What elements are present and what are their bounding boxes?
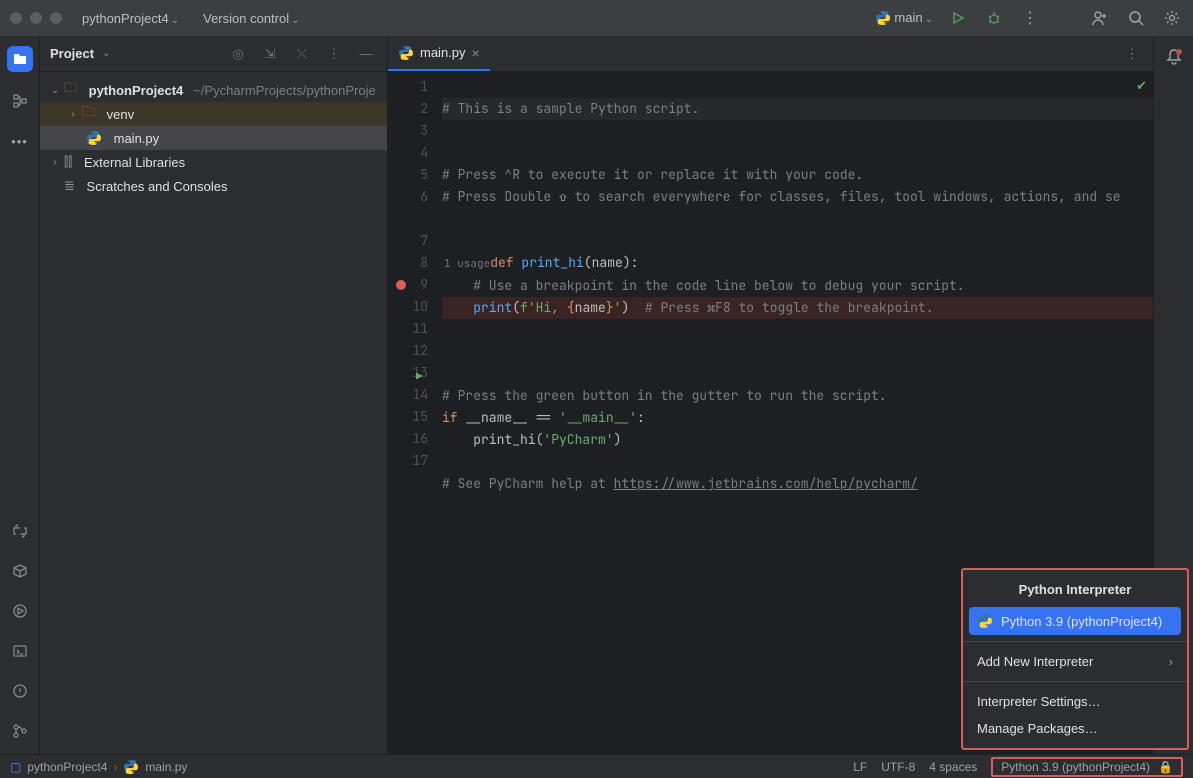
- run-icon[interactable]: [947, 7, 969, 29]
- window-controls[interactable]: [10, 12, 62, 24]
- expand-icon[interactable]: ⇲: [259, 43, 281, 65]
- line-sep[interactable]: LF: [853, 760, 867, 774]
- select-opened-icon[interactable]: ◎: [227, 43, 249, 65]
- close-icon[interactable]: ×: [472, 45, 480, 61]
- more-icon[interactable]: ⋮: [1019, 7, 1041, 29]
- search-icon[interactable]: [1125, 7, 1147, 29]
- close-dot[interactable]: [10, 12, 22, 24]
- tree-mainpy[interactable]: main.py: [40, 126, 387, 150]
- hide-icon[interactable]: —: [355, 43, 377, 65]
- tree-venv[interactable]: ›🗀 venv: [40, 102, 387, 126]
- notifications-icon[interactable]: [1163, 46, 1185, 68]
- interpreter-status[interactable]: Python 3.9 (pythonProject4)🔒: [991, 757, 1183, 777]
- run-config[interactable]: main⌄: [875, 10, 933, 27]
- gear-icon[interactable]: [1161, 7, 1183, 29]
- editor-tabs: main.py× ⋮: [388, 36, 1153, 72]
- interpreter-option-selected[interactable]: Python 3.9 (pythonProject4): [969, 607, 1181, 635]
- project-selector[interactable]: pythonProject4⌄: [82, 11, 179, 26]
- problems-icon[interactable]: [9, 680, 31, 702]
- add-user-icon[interactable]: [1089, 7, 1111, 29]
- indent[interactable]: 4 spaces: [929, 760, 977, 774]
- sidebar-title: Project: [50, 46, 94, 61]
- add-interpreter[interactable]: Add New Interpreter›: [963, 648, 1187, 675]
- git-icon[interactable]: [9, 720, 31, 742]
- max-dot[interactable]: [50, 12, 62, 24]
- project-tree[interactable]: ⌄🗀 pythonProject4~/PycharmProjects/pytho…: [40, 72, 387, 204]
- services-icon[interactable]: [9, 600, 31, 622]
- interpreter-settings[interactable]: Interpreter Settings…: [963, 688, 1187, 715]
- vcs-menu[interactable]: Version control⌄: [203, 11, 299, 26]
- tab-mainpy[interactable]: main.py×: [388, 36, 490, 71]
- titlebar: pythonProject4⌄ Version control⌄ main⌄ ⋮: [0, 0, 1193, 36]
- statusbar: ▢pythonProject4› main.py LF UTF-8 4 spac…: [0, 754, 1193, 778]
- run-gutter-icon[interactable]: ▶: [416, 366, 423, 388]
- tree-root[interactable]: ⌄🗀 pythonProject4~/PycharmProjects/pytho…: [40, 78, 387, 102]
- usage-hint[interactable]: 1 usage: [442, 257, 490, 271]
- tree-scratches[interactable]: ≣ Scratches and Consoles: [40, 174, 387, 198]
- project-sidebar: Project⌄ ◎ ⇲ ⤫ ⋮ — ⌄🗀 pythonProject4~/Py…: [40, 36, 388, 754]
- left-toolbar: •••: [0, 36, 40, 754]
- inspection-ok-icon[interactable]: ✔: [1136, 78, 1147, 94]
- encoding[interactable]: UTF-8: [881, 760, 915, 774]
- interpreter-popup: Python Interpreter Python 3.9 (pythonPro…: [961, 568, 1189, 750]
- popup-title: Python Interpreter: [963, 576, 1187, 607]
- more-tools-icon[interactable]: •••: [9, 130, 31, 152]
- packages-icon[interactable]: [9, 560, 31, 582]
- gutter[interactable]: 123456 78 9 101112 ▶13 14151617: [388, 72, 436, 754]
- debug-icon[interactable]: [983, 7, 1005, 29]
- breakpoint-icon[interactable]: [396, 280, 406, 290]
- terminal-icon[interactable]: [9, 640, 31, 662]
- project-tool-icon[interactable]: [7, 46, 33, 72]
- tree-ext-libs[interactable]: ›⫿⫿ External Libraries: [40, 150, 387, 174]
- sidebar-more-icon[interactable]: ⋮: [323, 43, 345, 65]
- manage-packages[interactable]: Manage Packages…: [963, 715, 1187, 742]
- min-dot[interactable]: [30, 12, 42, 24]
- python-console-icon[interactable]: [9, 520, 31, 542]
- collapse-icon[interactable]: ⤫: [291, 43, 313, 65]
- breadcrumb[interactable]: ▢pythonProject4› main.py: [10, 759, 187, 775]
- tabs-more-icon[interactable]: ⋮: [1121, 43, 1143, 65]
- structure-icon[interactable]: [9, 90, 31, 112]
- lock-icon: 🔒: [1158, 760, 1173, 774]
